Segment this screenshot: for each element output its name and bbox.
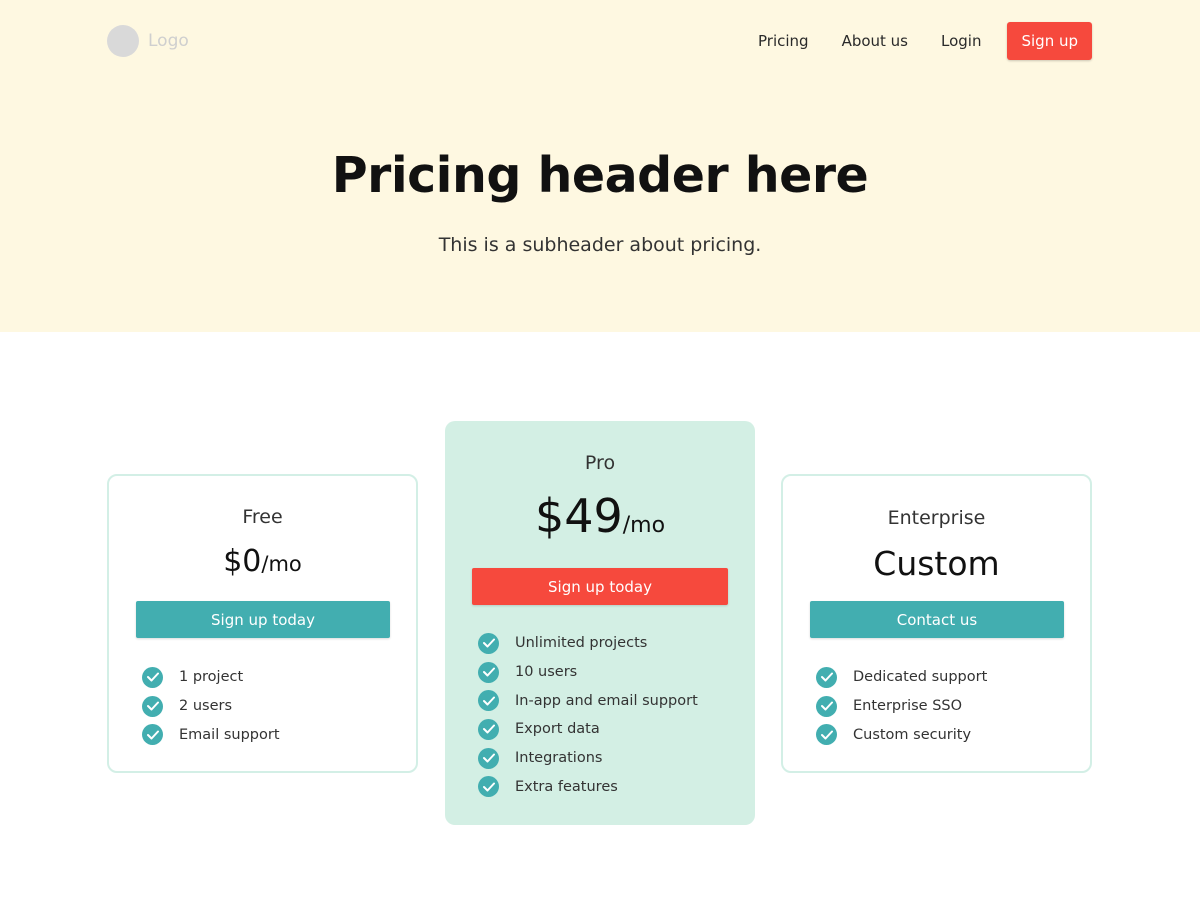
check-circle-icon: [478, 747, 499, 769]
plan-price: $49/mo: [445, 489, 755, 543]
plan-name: Pro: [584, 452, 616, 474]
feature-item: Email support: [142, 720, 280, 749]
check-circle-icon: [816, 666, 837, 688]
sign-up-today-button[interactable]: Sign up today: [472, 568, 728, 605]
price-amount: $0: [223, 544, 262, 579]
top-nav: Pricing About us Login Sign up: [758, 22, 1092, 60]
plan-price: Custom: [873, 544, 1000, 583]
sign-up-button[interactable]: Sign up: [1007, 22, 1092, 60]
nav-link-about-us[interactable]: About us: [842, 32, 908, 50]
feature-item: Enterprise SSO: [816, 692, 987, 721]
check-circle-icon: [478, 632, 499, 654]
feature-item: 10 users: [478, 658, 698, 687]
feature-label: Unlimited projects: [515, 635, 648, 652]
plan-name: Free: [242, 506, 283, 528]
check-circle-icon: [816, 695, 837, 717]
feature-label: Email support: [179, 726, 280, 743]
feature-item: Dedicated support: [816, 663, 987, 692]
check-circle-icon: [142, 695, 163, 717]
feature-item: In-app and email support: [478, 686, 698, 715]
feature-list: Unlimited projects 10 users In-app and e…: [478, 629, 698, 801]
pricing-card-pro: Pro $49/mo Sign up today Unlimited proje…: [445, 421, 755, 825]
sign-up-today-button[interactable]: Sign up today: [136, 601, 390, 638]
check-circle-icon: [478, 690, 499, 712]
price-unit: /mo: [261, 552, 302, 576]
price-amount: $49: [534, 489, 623, 543]
feature-label: 1 project: [179, 669, 244, 686]
feature-label: Dedicated support: [853, 669, 988, 686]
feature-item: 2 users: [142, 692, 280, 721]
nav-link-pricing[interactable]: Pricing: [758, 32, 809, 50]
feature-label: Export data: [515, 721, 600, 738]
nav-link-login[interactable]: Login: [941, 32, 981, 50]
feature-item: 1 project: [142, 663, 280, 692]
pricing-card-enterprise: Enterprise Custom Contact us Dedicated s…: [781, 474, 1092, 773]
check-circle-icon: [478, 776, 499, 798]
feature-list: 1 project 2 users Email support: [142, 663, 280, 749]
check-circle-icon: [142, 724, 163, 746]
feature-label: Integrations: [515, 750, 603, 767]
plan-name: Enterprise: [887, 507, 986, 529]
feature-label: 2 users: [179, 698, 233, 715]
feature-label: Custom security: [853, 726, 972, 743]
feature-item: Extra features: [478, 772, 698, 801]
logo[interactable]: Logo: [107, 24, 189, 58]
feature-list: Dedicated support Enterprise SSO Custom …: [816, 663, 987, 749]
check-circle-icon: [142, 666, 163, 688]
check-circle-icon: [478, 661, 499, 683]
check-circle-icon: [816, 724, 837, 746]
check-circle-icon: [478, 718, 499, 740]
feature-item: Integrations: [478, 744, 698, 773]
feature-item: Custom security: [816, 720, 987, 749]
page-title: Pricing header here: [331, 147, 869, 204]
feature-item: Export data: [478, 715, 698, 744]
logo-circle-icon: [107, 25, 139, 57]
hero-section: Logo Pricing About us Login Sign up Pric…: [0, 0, 1200, 332]
logo-label: Logo: [148, 31, 189, 51]
pricing-card-free: Free $0/mo Sign up today 1 project 2 use…: [107, 474, 418, 773]
contact-us-button[interactable]: Contact us: [810, 601, 1064, 638]
page-subtitle: This is a subheader about pricing.: [438, 234, 762, 256]
feature-label: In-app and email support: [515, 692, 698, 709]
feature-label: Enterprise SSO: [853, 698, 963, 715]
feature-label: 10 users: [515, 664, 578, 681]
plan-price: $0/mo: [109, 544, 416, 579]
feature-label: Extra features: [515, 778, 618, 795]
price-unit: /mo: [622, 513, 666, 538]
feature-item: Unlimited projects: [478, 629, 698, 658]
